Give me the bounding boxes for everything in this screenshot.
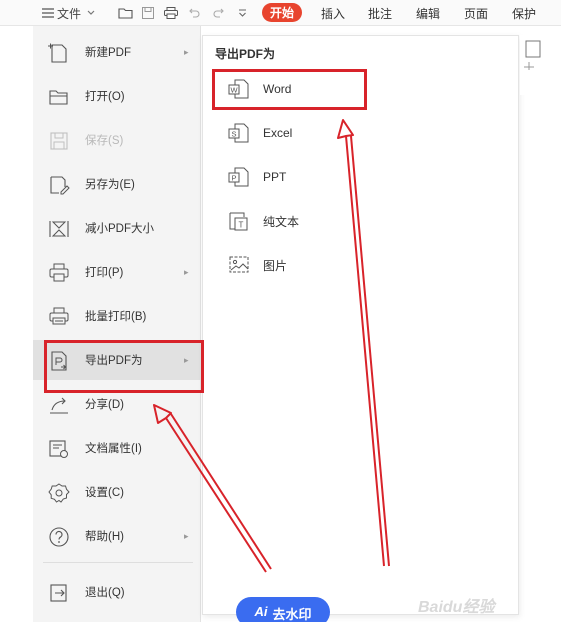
menu-item-print[interactable]: 打印(P) ▸: [33, 252, 201, 292]
compress-icon: [47, 218, 71, 240]
menu-item-save[interactable]: 保存(S): [33, 120, 201, 160]
remove-watermark-label: 去水印: [272, 607, 312, 622]
redo-tool[interactable]: [213, 0, 225, 26]
new-file-icon: [47, 42, 71, 64]
folder-open-icon: [47, 86, 71, 108]
baidu-watermark: Baidu经验: [418, 599, 495, 616]
export-image-item[interactable]: 图片: [215, 248, 495, 282]
undo-tool[interactable]: [188, 0, 200, 26]
chevron-down-icon: [87, 10, 95, 16]
tab-page[interactable]: 页面: [464, 0, 488, 26]
image-icon: [228, 254, 250, 276]
menu-item-label: 批量打印(B): [85, 311, 147, 323]
menu-item-label: 新建PDF: [85, 47, 131, 59]
redo-icon: [213, 8, 225, 18]
export-item-label: 纯文本: [263, 214, 300, 229]
text-icon: T: [228, 210, 250, 232]
quick-access-more[interactable]: [238, 0, 247, 26]
help-icon: [47, 526, 71, 548]
menu-item-label: 帮助(H): [85, 531, 124, 543]
remove-watermark-button[interactable]: Ai 去水印: [236, 597, 330, 622]
menu-item-reduce-size[interactable]: 减小PDF大小: [33, 208, 201, 248]
menu-item-settings[interactable]: 设置(C): [33, 472, 201, 512]
menu-item-help[interactable]: 帮助(H) ▸: [33, 516, 201, 556]
top-toolbar: 文件 开始 插入 批注 编辑 页面 保护: [0, 0, 561, 26]
submenu-arrow-icon: ▸: [184, 266, 189, 277]
menu-item-doc-properties[interactable]: 文档属性(I): [33, 428, 201, 468]
menu-item-label: 分享(D): [85, 399, 124, 411]
doc-properties-icon: [47, 438, 71, 460]
print-tool[interactable]: [164, 0, 178, 26]
menu-item-label: 减小PDF大小: [85, 223, 154, 235]
folder-icon: [118, 7, 133, 19]
menu-item-batch-print[interactable]: 批量打印(B): [33, 296, 201, 336]
chevron-down-icon: [238, 9, 247, 17]
export-item-label: 图片: [263, 258, 288, 273]
ppt-icon: P: [228, 166, 250, 188]
export-item-label: PPT: [263, 170, 287, 184]
svg-text:S: S: [231, 130, 236, 139]
tab-insert[interactable]: 插入: [321, 0, 345, 26]
save-as-icon: [47, 174, 71, 196]
svg-text:T: T: [239, 221, 244, 230]
excel-icon: S: [228, 122, 250, 144]
file-menu-label: 文件: [57, 6, 82, 21]
undo-icon: [188, 8, 200, 18]
save-tool[interactable]: [142, 0, 154, 26]
submenu-arrow-icon: ▸: [184, 46, 189, 57]
menu-item-label: 另存为(E): [85, 179, 135, 191]
menu-divider: [43, 562, 193, 563]
ai-label: Ai: [254, 604, 268, 619]
highlight-export-box: [44, 340, 204, 393]
print-icon: [47, 262, 71, 284]
tab-protect[interactable]: 保护: [512, 0, 536, 26]
svg-text:P: P: [231, 174, 236, 183]
menu-item-label: 设置(C): [85, 487, 124, 499]
menu-item-label: 打印(P): [85, 267, 124, 279]
save-icon: [142, 7, 154, 19]
menu-item-label: 文档属性(I): [85, 443, 142, 455]
highlight-word-box: [212, 69, 367, 110]
menu-item-label: 保存(S): [85, 135, 124, 147]
menu-item-label: 退出(Q): [85, 587, 125, 599]
tab-edit[interactable]: 编辑: [416, 0, 440, 26]
share-icon: [47, 394, 71, 416]
ribbon-fragment: [520, 35, 561, 95]
export-text-item[interactable]: T 纯文本: [215, 204, 495, 238]
printer-icon: [164, 7, 178, 19]
batch-print-icon: [47, 306, 71, 328]
open-folder-tool[interactable]: [118, 0, 133, 26]
tab-annotate[interactable]: 批注: [368, 0, 392, 26]
exit-icon: [47, 582, 71, 604]
tab-start[interactable]: 开始: [262, 3, 303, 22]
hamburger-icon: [42, 8, 54, 18]
menu-item-open[interactable]: 打开(O): [33, 76, 201, 116]
menu-item-label: 打开(O): [85, 91, 125, 103]
submenu-title: 导出PDF为: [215, 47, 276, 61]
export-item-label: Excel: [263, 126, 293, 140]
export-ppt-item[interactable]: P PPT: [215, 160, 495, 194]
menu-item-save-as[interactable]: 另存为(E): [33, 164, 201, 204]
menu-item-exit[interactable]: 退出(Q): [33, 572, 201, 612]
file-menu-button[interactable]: 文件: [36, 0, 101, 26]
menu-item-new-pdf[interactable]: 新建PDF ▸: [33, 32, 201, 72]
file-menu-panel: 新建PDF ▸ 打开(O) 保存(S) 另存为(E) 减小PDF大小 打印(P)…: [33, 26, 201, 622]
export-excel-item[interactable]: S Excel: [215, 116, 495, 150]
submenu-arrow-icon: ▸: [184, 530, 189, 541]
save-icon: [47, 130, 71, 152]
export-pdf-submenu: 导出PDF为 W Word S Excel P PPT T 纯文本 图片: [202, 35, 519, 615]
gear-icon: [47, 482, 71, 504]
